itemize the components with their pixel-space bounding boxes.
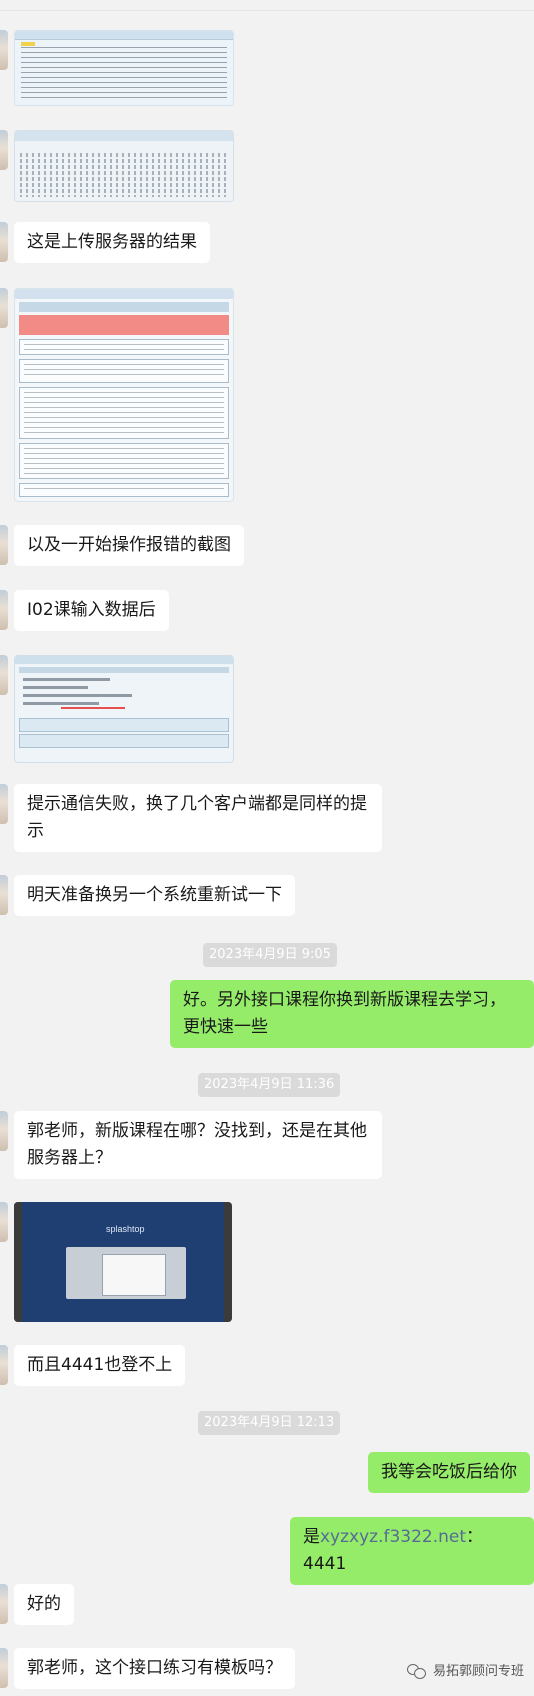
avatar[interactable] — [0, 288, 8, 328]
chat-bubble-outgoing[interactable]: 我等会吃饭后给你 — [368, 1452, 530, 1493]
avatar[interactable] — [0, 590, 8, 630]
avatar[interactable] — [0, 222, 8, 262]
sap-error-screenshot[interactable] — [14, 288, 234, 502]
chat-bubble[interactable]: I02课输入数据后 — [14, 590, 169, 631]
timestamp: 2023年4月9日 12:13 — [198, 1411, 341, 1435]
chat-bubble[interactable]: 这是上传服务器的结果 — [14, 222, 210, 263]
avatar[interactable] — [0, 1584, 8, 1624]
sap-data-screenshot[interactable] — [14, 130, 234, 202]
message-prefix: 是 — [303, 1527, 320, 1547]
avatar[interactable] — [0, 130, 8, 170]
chat-bubble[interactable]: 以及一开始操作报错的截图 — [14, 525, 244, 566]
avatar[interactable] — [0, 1648, 8, 1688]
chat-bubble-outgoing[interactable]: 是xyzxyz.f3322.net：4441 — [290, 1517, 534, 1585]
server-link[interactable]: xyzxyz.f3322.net — [320, 1527, 466, 1547]
avatar[interactable] — [0, 525, 8, 565]
chat-bubble[interactable]: 郭老师，新版课程在哪？没找到，还是在其他服务器上？ — [14, 1111, 382, 1179]
top-divider — [0, 10, 534, 11]
wechat-official-icon — [406, 1662, 427, 1679]
chat-bubble[interactable]: 明天准备换另一个系统重新试一下 — [14, 875, 295, 916]
avatar[interactable] — [0, 30, 8, 70]
avatar[interactable] — [0, 1202, 8, 1242]
avatar[interactable] — [0, 1345, 8, 1385]
chat-bubble[interactable]: 提示通信失败，换了几个客户端都是同样的提示 — [14, 784, 382, 852]
chat-bubble-outgoing[interactable]: 好。另外接口课程你换到新版课程去学习，更快速一些 — [170, 980, 534, 1048]
sap-table-screenshot[interactable] — [14, 30, 234, 106]
official-account-watermark: 易拓郭顾问专班 — [406, 1660, 524, 1679]
chat-bubble[interactable]: 郭老师，这个接口练习有模板吗？ — [14, 1648, 295, 1689]
timestamp: 2023年4月9日 11:36 — [198, 1073, 341, 1097]
sap-form-screenshot[interactable] — [14, 655, 234, 763]
avatar[interactable] — [0, 875, 8, 915]
avatar[interactable] — [0, 655, 8, 695]
avatar[interactable] — [0, 784, 8, 824]
avatar[interactable] — [0, 1111, 8, 1151]
timestamp: 2023年4月9日 9:05 — [203, 943, 337, 967]
chat-bubble[interactable]: 而且4441也登不上 — [14, 1345, 186, 1386]
chat-bubble[interactable]: 好的 — [14, 1584, 74, 1625]
splashtop-logo-text: splashtop — [106, 1224, 145, 1234]
watermark-text: 易拓郭顾问专班 — [432, 1664, 524, 1679]
splashtop-login-photo[interactable]: splashtop — [14, 1202, 232, 1322]
